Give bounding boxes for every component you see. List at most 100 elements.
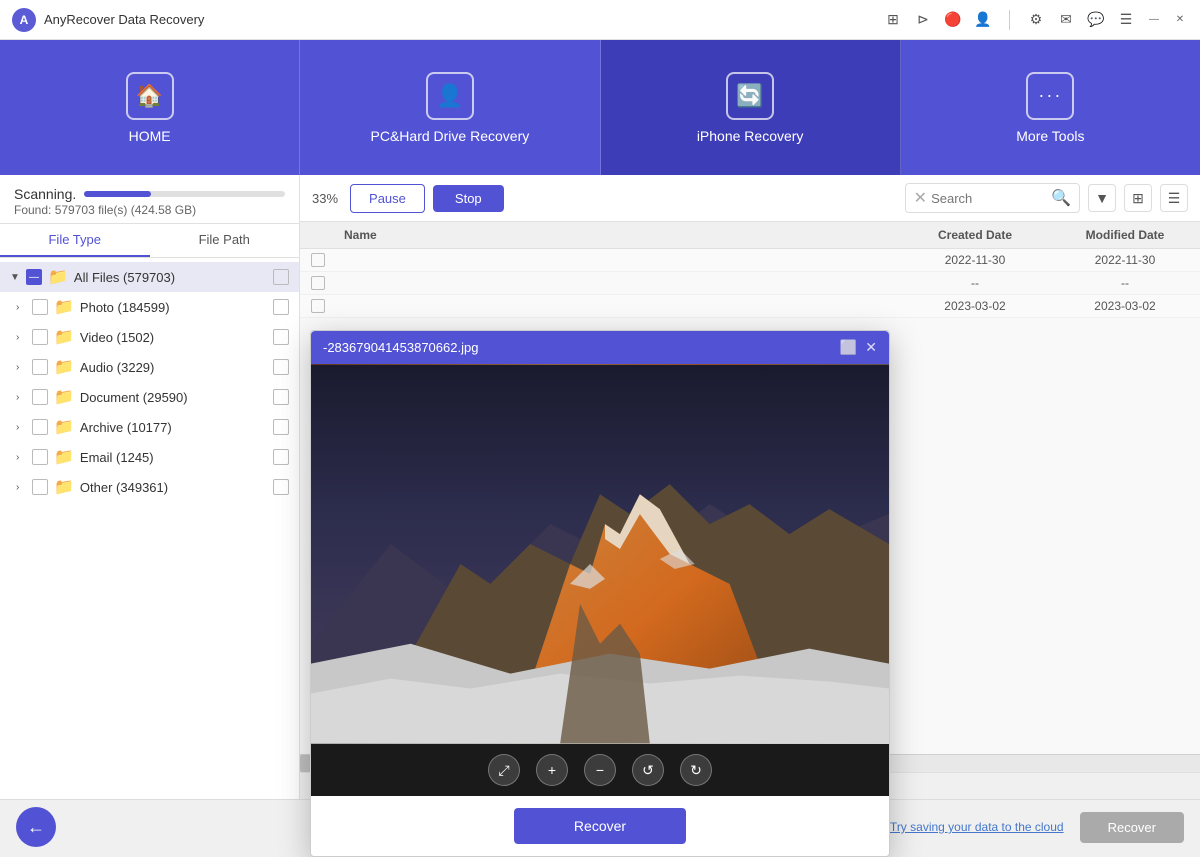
rotate-right-icon[interactable]: ↻: [680, 754, 712, 786]
tree-item-video[interactable]: › 📁 Video (1502): [0, 322, 299, 352]
grid-view-icon[interactable]: ⊞: [1124, 184, 1152, 212]
nav-item-more-tools[interactable]: ··· More Tools: [901, 40, 1200, 175]
fullscreen-icon[interactable]: ⤢: [488, 754, 520, 786]
tree-item-document[interactable]: › 📁 Document (29590): [0, 382, 299, 412]
tree-check-document[interactable]: [32, 389, 48, 405]
table-row[interactable]: 2022-11-30 2022-11-30: [300, 249, 1200, 272]
share-icon[interactable]: ⊳: [913, 10, 933, 30]
tree-checkbox-right-audio[interactable]: [273, 359, 289, 375]
rotate-left-icon[interactable]: ↺: [632, 754, 664, 786]
tree-arrow-all: ▼: [10, 272, 26, 283]
header-modified-date: Modified Date: [1050, 228, 1200, 242]
tree-check-other[interactable]: [32, 479, 48, 495]
chat-icon[interactable]: 💬: [1086, 10, 1106, 30]
row-check-3[interactable]: [300, 299, 336, 313]
table-row[interactable]: 2023-03-02 2023-03-02: [300, 295, 1200, 318]
tree-item-all-files[interactable]: ▼ — 📁 All Files (579703): [0, 262, 299, 292]
tree-label-video: Video (1502): [80, 330, 273, 345]
zoom-out-icon[interactable]: −: [584, 754, 616, 786]
row-created-3: 2023-03-02: [900, 299, 1050, 313]
header-name: Name: [336, 228, 900, 242]
clear-search-icon[interactable]: ✕: [914, 188, 927, 208]
nav-item-iphone-recovery[interactable]: 🔄 iPhone Recovery: [601, 40, 901, 175]
nav-label-more-tools: More Tools: [1016, 128, 1084, 144]
folder-icon-all: 📁: [48, 267, 68, 287]
close-button[interactable]: ✕: [1172, 12, 1188, 28]
scan-status-title: Scanning.: [14, 186, 76, 202]
tree-arrow-audio: ›: [16, 362, 32, 373]
title-bar-icons: ⊞ ⊳ 🔴 👤 ⚙ ✉ 💬 ☰ — ✕: [883, 10, 1188, 30]
preview-modal: -283679041453870662.jpg ⬜ ✕: [310, 330, 890, 857]
back-button[interactable]: ←: [16, 807, 56, 847]
menu-icon[interactable]: ☰: [1116, 10, 1136, 30]
row-modified-3: 2023-03-02: [1050, 299, 1200, 313]
user-icon[interactable]: 👤: [973, 10, 993, 30]
tree-checkbox-right-document[interactable]: [273, 389, 289, 405]
tree-item-audio[interactable]: › 📁 Audio (3229): [0, 352, 299, 382]
tree-checkbox-right-video[interactable]: [273, 329, 289, 345]
recover-button[interactable]: Recover: [1080, 812, 1184, 843]
tree-label-other: Other (349361): [80, 480, 273, 495]
sidebar: Scanning. Found: 579703 file(s) (424.58 …: [0, 175, 300, 799]
tree-check-audio[interactable]: [32, 359, 48, 375]
app-logo: A: [12, 8, 36, 32]
modal-recover-button[interactable]: Recover: [514, 808, 686, 844]
tree-arrow-archive: ›: [16, 422, 32, 433]
folder-icon-other: 📁: [54, 477, 74, 497]
mail-icon[interactable]: ✉: [1056, 10, 1076, 30]
nav-bar: 🏠 HOME 👤 PC&Hard Drive Recovery 🔄 iPhone…: [0, 40, 1200, 175]
tree-label-photo: Photo (184599): [80, 300, 273, 315]
tree-checkbox-right-other[interactable]: [273, 479, 289, 495]
pause-button[interactable]: Pause: [350, 184, 425, 213]
tree-checkbox-right-email[interactable]: [273, 449, 289, 465]
tree-check-archive[interactable]: [32, 419, 48, 435]
tab-file-path[interactable]: File Path: [150, 224, 300, 257]
table-row[interactable]: -- --: [300, 272, 1200, 295]
toolbar: 33% Pause Stop ✕ 🔍 ▼ ⊞ ☰: [300, 175, 1200, 222]
nav-label-pc-recovery: PC&Hard Drive Recovery: [371, 128, 530, 144]
sidebar-tabs: File Type File Path: [0, 224, 299, 258]
tree-label-all: All Files (579703): [74, 270, 273, 285]
tab-file-type[interactable]: File Type: [0, 224, 150, 257]
tree-checkbox-right-archive[interactable]: [273, 419, 289, 435]
modal-body: ⤢ + − ↺ ↻: [311, 364, 889, 796]
tree-check-video[interactable]: [32, 329, 48, 345]
list-view-icon[interactable]: ☰: [1160, 184, 1188, 212]
search-input[interactable]: [931, 191, 1051, 206]
modal-close-button[interactable]: ✕: [865, 339, 877, 356]
folder-icon-document: 📁: [54, 387, 74, 407]
tree-check-all[interactable]: —: [26, 269, 42, 285]
tree-checkbox-right-all[interactable]: [273, 269, 289, 285]
filter-icon[interactable]: ▼: [1088, 184, 1116, 212]
modal-controls: ⬜ ✕: [840, 339, 877, 356]
nav-item-pc-recovery[interactable]: 👤 PC&Hard Drive Recovery: [300, 40, 600, 175]
scan-status: Scanning. Found: 579703 file(s) (424.58 …: [0, 175, 299, 224]
nav-item-home[interactable]: 🏠 HOME: [0, 40, 300, 175]
minimize-button[interactable]: —: [1146, 12, 1162, 28]
settings-icon[interactable]: ⚙: [1026, 10, 1046, 30]
title-bar: A AnyRecover Data Recovery ⊞ ⊳ 🔴 👤 ⚙ ✉ 💬…: [0, 0, 1200, 40]
bug-icon[interactable]: 🔴: [943, 10, 963, 30]
tree-check-email[interactable]: [32, 449, 48, 465]
modal-restore-button[interactable]: ⬜: [840, 339, 857, 356]
search-icon[interactable]: 🔍: [1051, 188, 1071, 208]
nav-label-home: HOME: [129, 128, 171, 144]
tree-item-photo[interactable]: › 📁 Photo (184599): [0, 292, 299, 322]
row-check-1[interactable]: [300, 253, 336, 267]
scan-progress-bar: [84, 191, 285, 197]
tree-arrow-other: ›: [16, 482, 32, 493]
zoom-in-icon[interactable]: +: [536, 754, 568, 786]
more-tools-icon: ···: [1026, 72, 1074, 120]
tree-item-archive[interactable]: › 📁 Archive (10177): [0, 412, 299, 442]
discord-icon[interactable]: ⊞: [883, 10, 903, 30]
tree-item-email[interactable]: › 📁 Email (1245): [0, 442, 299, 472]
folder-icon-photo: 📁: [54, 297, 74, 317]
tree-item-other[interactable]: › 📁 Other (349361): [0, 472, 299, 502]
tree-check-photo[interactable]: [32, 299, 48, 315]
row-check-2[interactable]: [300, 276, 336, 290]
modal-footer: Recover: [311, 796, 889, 856]
tree-arrow-document: ›: [16, 392, 32, 403]
stop-button[interactable]: Stop: [433, 185, 504, 212]
tree-checkbox-right-photo[interactable]: [273, 299, 289, 315]
modal-titlebar: -283679041453870662.jpg ⬜ ✕: [311, 331, 889, 364]
